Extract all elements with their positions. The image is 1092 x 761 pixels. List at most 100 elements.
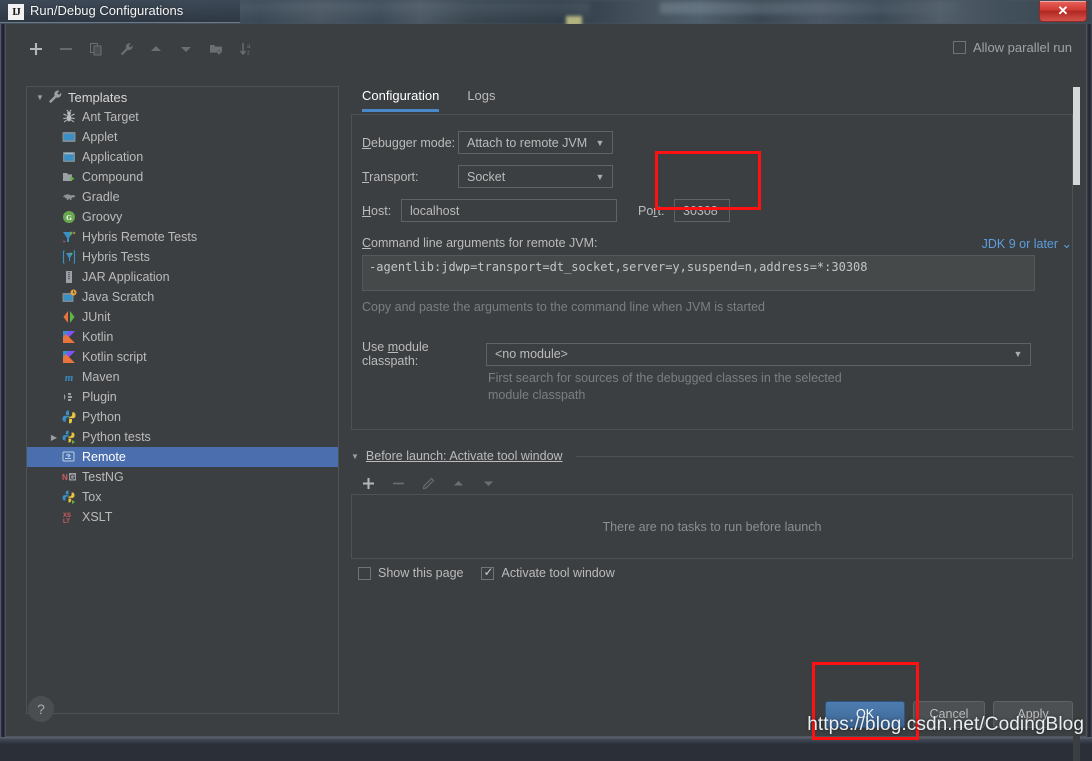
activate-tool-window-checkbox-box[interactable]: [481, 565, 495, 580]
chevron-down-icon[interactable]: ▼: [590, 172, 610, 182]
window-titlebar: IJ Run/Debug Configurations ✕: [0, 0, 1092, 24]
tab-configuration[interactable]: Configuration: [362, 88, 439, 112]
tree-item-gradle[interactable]: Gradle: [27, 187, 338, 207]
dialog-scrollbar-thumb[interactable]: [1073, 87, 1080, 185]
copy-configuration-button[interactable]: [82, 36, 110, 62]
pencil-icon[interactable]: [414, 470, 442, 496]
jdk-version-label: JDK 9 or later: [981, 237, 1059, 251]
tree-item-hybris-remote-tests[interactable]: Hybris Remote Tests: [27, 227, 338, 247]
tree-item-xslt[interactable]: XS LT XSLT: [27, 507, 338, 527]
before-launch-header[interactable]: ▼ Before launch: Activate tool window: [351, 449, 1073, 463]
move-task-down-button[interactable]: [474, 470, 502, 496]
host-value: localhost: [410, 203, 460, 218]
tree-item-groovy[interactable]: G Groovy: [27, 207, 338, 227]
activate-tool-window-checkbox[interactable]: Activate tool window: [481, 565, 615, 580]
wrench-icon: [47, 89, 63, 105]
arrow-down-icon[interactable]: [172, 36, 200, 62]
before-launch-divider: [575, 455, 1073, 457]
tree-item-label: Application: [82, 150, 144, 164]
tree-item-compound[interactable]: Compound: [27, 167, 338, 187]
tree-item-junit[interactable]: JUnit: [27, 307, 338, 327]
transport-label: Transport:: [362, 169, 419, 184]
debugger-mode-select[interactable]: Attach to remote JVM ▼: [458, 131, 613, 154]
tree-item-python-tests[interactable]: ▶ Python tests: [27, 427, 338, 447]
tree-item-application[interactable]: Application: [27, 147, 338, 167]
hybris-remote-tests-icon: [61, 229, 77, 245]
gradle-elephant-icon: [61, 189, 77, 205]
close-icon[interactable]: ✕: [1039, 1, 1087, 22]
tree-item-ant-target[interactable]: Ant Target: [27, 107, 338, 127]
tree-item-tox[interactable]: Tox: [27, 487, 338, 507]
tree-item-applet[interactable]: Applet: [27, 127, 338, 147]
remove-configuration-button[interactable]: [52, 36, 80, 62]
applet-icon: [61, 129, 77, 145]
arrow-up-icon[interactable]: [142, 36, 170, 62]
tree-item-jar-application[interactable]: JAR Application: [27, 267, 338, 287]
host-row: Host: localhost: [362, 199, 617, 222]
tree-item-label: Python: [82, 410, 121, 424]
tree-item-label: JAR Application: [82, 270, 170, 284]
tree-item-kotlin[interactable]: Kotlin: [27, 327, 338, 347]
chevron-down-icon[interactable]: ⌄: [1062, 237, 1072, 251]
tree-item-plugin[interactable]: Plugin: [27, 387, 338, 407]
command-line-arguments-field[interactable]: -agentlib:jdwp=transport=dt_socket,serve…: [362, 255, 1035, 291]
tab-logs[interactable]: Logs: [467, 88, 495, 112]
junit-icon: [61, 309, 77, 325]
svg-text:G: G: [70, 473, 76, 482]
chevron-down-icon[interactable]: ▼: [590, 138, 610, 148]
port-input[interactable]: 30308: [674, 199, 730, 222]
chevron-right-icon[interactable]: ▶: [47, 433, 61, 442]
tree-item-testng[interactable]: NG TestNG: [27, 467, 338, 487]
tree-item-label: Plugin: [82, 390, 117, 404]
chevron-down-icon[interactable]: ▼: [33, 93, 47, 102]
show-this-page-checkbox-box[interactable]: [358, 566, 371, 580]
tree-item-label: JUnit: [82, 310, 111, 324]
configurations-tree[interactable]: ▼ Templates Ant Target Applet Applicatio…: [26, 86, 339, 714]
add-task-button[interactable]: [354, 470, 382, 496]
chevron-down-icon[interactable]: ▼: [351, 452, 359, 461]
tree-item-label: Kotlin script: [82, 350, 147, 364]
tree-item-java-scratch[interactable]: Java Scratch: [27, 287, 338, 307]
jdk-version-selector[interactable]: JDK 9 or later ⌄: [982, 236, 1072, 251]
python-tests-icon: [61, 429, 77, 445]
run-debug-configurations-dialog: IJ Run/Debug Configurations ✕ a z Allow …: [0, 0, 1092, 761]
tree-item-remote[interactable]: Remote: [27, 447, 338, 467]
jar-icon: [61, 269, 77, 285]
tree-item-maven[interactable]: m Maven: [27, 367, 338, 387]
port-label: Port:: [638, 203, 665, 218]
help-button[interactable]: ?: [28, 696, 54, 722]
module-classpath-select[interactable]: <no module> ▼: [486, 342, 1031, 366]
svg-text:N: N: [62, 473, 68, 482]
remove-task-button[interactable]: [384, 470, 412, 496]
move-task-up-button[interactable]: [444, 470, 472, 496]
host-input[interactable]: localhost: [401, 199, 617, 222]
command-line-hint: Copy and paste the arguments to the comm…: [362, 300, 765, 314]
tree-item-kotlin-script[interactable]: Kotlin script: [27, 347, 338, 367]
tree-item-templates[interactable]: ▼ Templates: [27, 87, 338, 107]
module-classpath-value: <no module>: [495, 347, 568, 361]
show-this-page-label: Show this page: [378, 566, 464, 580]
folder-add-icon[interactable]: [202, 36, 230, 62]
sort-az-icon[interactable]: az: [232, 36, 260, 62]
allow-parallel-run-checkbox-box[interactable]: [953, 41, 966, 54]
configurations-toolbar: az: [22, 36, 260, 62]
wrench-icon[interactable]: [112, 36, 140, 62]
window-right-edge: [1087, 24, 1092, 741]
before-launch-title: Before launch: Activate tool window: [365, 449, 563, 463]
before-launch-options: Show this page Activate tool window: [358, 565, 615, 580]
xslt-icon: XS LT: [61, 509, 77, 525]
tree-item-hybris-tests[interactable]: Hybris Tests: [27, 247, 338, 267]
tree-item-label: XSLT: [82, 510, 113, 524]
show-this-page-checkbox[interactable]: Show this page: [358, 566, 463, 580]
chevron-down-icon[interactable]: ▼: [1008, 349, 1028, 359]
tree-item-python[interactable]: Python: [27, 407, 338, 427]
ant-icon: [61, 109, 77, 125]
add-configuration-button[interactable]: [22, 36, 50, 62]
module-classpath-label: Use module classpath:: [362, 340, 429, 368]
dialog-scrollbar[interactable]: [1073, 49, 1080, 761]
module-classpath-hint-line2: module classpath: [488, 388, 586, 402]
transport-select[interactable]: Socket ▼: [458, 165, 613, 188]
allow-parallel-run-checkbox[interactable]: Allow parallel run: [953, 40, 1072, 55]
before-launch-task-list[interactable]: There are no tasks to run before launch: [351, 494, 1073, 559]
watermark-text: https://blog.csdn.net/CodingBlog: [807, 714, 1084, 735]
